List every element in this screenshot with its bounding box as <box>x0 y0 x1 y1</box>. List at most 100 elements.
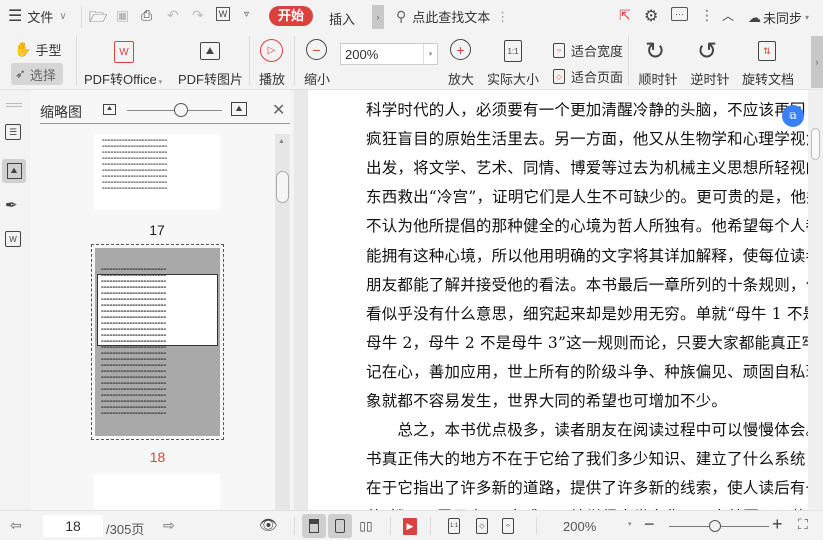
annotation-pen-icon[interactable]: ✒ <box>5 196 18 214</box>
fullscreen-icon[interactable]: ⛶ <box>798 516 808 533</box>
outline-icon[interactable]: ☰ <box>5 124 21 140</box>
cursor-arrow-icon: ➶ <box>15 66 26 81</box>
search-box[interactable]: ⚲ 点此查找文本 ⋮ <box>396 7 509 26</box>
comment-icon[interactable]: ··· <box>671 7 688 21</box>
convert-icon[interactable]: W <box>216 7 230 21</box>
tab-start[interactable]: 开始 <box>269 6 313 26</box>
rotate-document-button[interactable]: ⇅ 旋转文档 <box>741 39 795 89</box>
pdf-to-word-icon: W <box>114 41 134 63</box>
file-menu-label: 文件 <box>27 9 54 25</box>
hand-tool-label: 手型 <box>35 43 62 58</box>
continuous-page-icon <box>309 519 319 533</box>
document-text-line: 东西救出“冷宫”，证明它们是人生不可缺少的。更可贵的是，他并 <box>366 188 822 207</box>
actual-size-icon[interactable]: 1:1 <box>448 518 460 534</box>
rotate-clockwise-button[interactable]: ↻ 顺时针 <box>637 38 679 89</box>
document-scrollbar-thumb[interactable] <box>811 128 820 160</box>
more-dropdown-icon[interactable]: ▿ <box>244 9 249 20</box>
page-number-input[interactable]: 18 <box>43 515 103 537</box>
single-page-button[interactable] <box>328 514 352 538</box>
document-view[interactable]: 科学时代的人，必须要有一个更加清醒冷静的头脑，不应该再回 疯狂盲目的原始生活里去。… <box>298 90 823 510</box>
document-text-line: 书真正伟大的地方不在于它给了我们多少知识、建立了什么系统，而 <box>366 450 823 469</box>
zoom-out-label: 缩小 <box>303 72 330 87</box>
close-icon[interactable]: ✕ <box>272 100 285 120</box>
thumbnail-size-slider-handle[interactable] <box>174 103 188 117</box>
fit-width-icon[interactable]: ‹› <box>502 518 514 534</box>
document-text-line: 总之，本书优点极多，读者朋友在阅读过程中可以慢慢体会。本 <box>366 421 823 440</box>
fit-page-label: 适合页面 <box>571 70 624 85</box>
save-icon[interactable]: ▣ <box>116 7 129 24</box>
total-pages-label: /305页 <box>106 522 145 537</box>
play-icon: ▶ <box>406 521 414 531</box>
rotate-document-icon: ⇅ <box>758 41 776 61</box>
pdf-to-image-button[interactable]: ⛰ PDF转图片 <box>178 39 244 89</box>
fit-width-button[interactable]: ‹› 适合宽度 <box>553 41 623 60</box>
thumbnail-scrollbar-thumb[interactable] <box>276 171 289 203</box>
tabs-scroll-right-button[interactable]: › <box>372 5 384 29</box>
tab-start-label: 开始 <box>277 8 304 23</box>
sync-status[interactable]: ☁ 未同步 ▾ <box>748 8 809 27</box>
select-tool-button[interactable]: ➶ 选择 <box>11 63 63 85</box>
chevron-down-icon: ▾ <box>805 13 810 22</box>
pdf-to-office-button[interactable]: W PDF转Office ▾ <box>84 39 162 89</box>
undo-icon[interactable]: ↶ <box>167 7 179 24</box>
large-thumbnail-icon[interactable]: ⛰ <box>231 102 247 116</box>
zoom-level-label[interactable]: 200% <box>563 519 596 534</box>
thumbnail-page-18[interactable]: ▬▬▬▬▬▬▬▬▬▬▬▬▬▬▬▬▬▬▬▬▬▬▬ ▬▬▬▬▬▬▬▬▬▬▬▬▬▬▬▬… <box>91 244 224 440</box>
scroll-up-icon[interactable]: ▲ <box>278 138 285 145</box>
document-scrollbar[interactable] <box>808 90 823 510</box>
zoom-value: 200% <box>345 46 379 62</box>
file-menu[interactable]: ☰ 文件 ∨ <box>8 6 67 26</box>
share-icon[interactable]: ⇱ <box>619 7 631 24</box>
extract-page-icon[interactable]: W <box>5 231 21 247</box>
zoom-dropdown-icon[interactable]: ▾ <box>628 520 632 528</box>
previous-page-icon[interactable]: ⇦ <box>10 517 22 534</box>
print-icon[interactable]: ⎙ <box>141 7 152 24</box>
zoom-in-button[interactable]: + 放大 <box>444 39 478 89</box>
continuous-page-button[interactable] <box>302 514 326 538</box>
collapse-ribbon-icon[interactable]: ︿ <box>722 7 734 24</box>
tab-insert[interactable]: 插入 <box>329 9 355 28</box>
select-tool-label: 选择 <box>29 67 56 83</box>
more-vertical-icon[interactable]: ⋮ <box>700 7 714 24</box>
thumbnail-page-17[interactable]: ▬▬▬▬▬▬▬▬▬▬▬▬▬▬▬▬▬▬▬▬▬▬▬ ▬▬▬▬▬▬▬▬▬▬▬▬▬▬▬▬… <box>94 134 220 210</box>
play-button[interactable]: ▷ 播放 <box>255 39 289 89</box>
rotate-counterclockwise-icon: ↺ <box>697 38 718 65</box>
thumbnail-panel-title: 缩略图 <box>40 104 82 120</box>
two-page-button[interactable]: ▯▯ <box>356 514 376 538</box>
float-convert-button[interactable]: ⧉ <box>782 105 804 127</box>
next-page-icon[interactable]: ⇨ <box>163 517 175 534</box>
convert-icon: ⧉ <box>789 110 797 122</box>
sync-status-label: 未同步 <box>763 11 803 26</box>
document-text-line: 母牛 2，母牛 2 不是母牛 3”这一规则而论，只要大家都能真正牢 <box>366 333 818 352</box>
fit-page-icon[interactable]: ◇ <box>476 518 488 534</box>
eye-protection-icon[interactable]: 👁 <box>259 516 278 534</box>
zoom-select[interactable]: 200% ▾ <box>340 43 438 65</box>
pdf-to-office-text: PDF转Office <box>84 72 157 87</box>
zoom-slider-handle[interactable] <box>709 520 721 532</box>
pdf-to-image-label: PDF转图片 <box>178 72 244 87</box>
redo-icon[interactable]: ↷ <box>192 7 204 24</box>
document-text-line: 在于它指出了许多新的道路，提供了许多新的线索，使人读后有一 <box>366 479 822 498</box>
actual-size-button[interactable]: 1:1 实际大小 <box>486 39 540 89</box>
small-thumbnail-icon[interactable]: ⛰ <box>103 104 116 115</box>
document-text-line: 出发，将文学、艺术、同情、博爱等过去为机械主义思想所轻视的 <box>366 159 822 178</box>
zoom-in-icon[interactable]: + <box>772 514 783 535</box>
single-page-icon <box>335 519 345 533</box>
rotate-counterclockwise-button[interactable]: ↺ 逆时针 <box>689 38 731 89</box>
fit-page-button[interactable]: ◇ 适合页面 <box>553 67 623 86</box>
zoom-in-icon: + <box>450 39 471 60</box>
zoom-out-icon[interactable]: − <box>644 514 655 535</box>
more-vertical-icon: ⋮ <box>496 8 510 24</box>
hand-tool-button[interactable]: ✋ 手型 <box>14 40 61 59</box>
document-text-line: 记在心，善加应用，世上所有的阶级斗争、种族偏见、顽固自私现 <box>366 362 822 381</box>
thumbnail-panel: 缩略图 ⛰ ⛰ ✕ ▬▬▬▬▬▬▬▬▬▬▬▬▬▬▬▬▬▬▬▬▬▬▬ ▬▬▬▬▬▬… <box>31 90 291 510</box>
document-text-line: 象就都不容易发生，世界大同的希望也可增加不少。 <box>366 392 728 410</box>
open-folder-icon[interactable]: 🗁 <box>89 7 108 32</box>
ribbon-scroll-right-button[interactable]: › <box>811 36 823 88</box>
zoom-out-button[interactable]: − 缩小 <box>300 39 334 89</box>
play-button[interactable]: ▶ <box>403 518 417 535</box>
thumbnail-nav-button[interactable]: ⛰ <box>2 159 26 183</box>
gear-icon[interactable]: ⚙ <box>644 6 658 26</box>
thumbnail-scrollbar[interactable]: ▲ <box>275 134 290 510</box>
thumbnail-page-19[interactable] <box>94 474 220 510</box>
